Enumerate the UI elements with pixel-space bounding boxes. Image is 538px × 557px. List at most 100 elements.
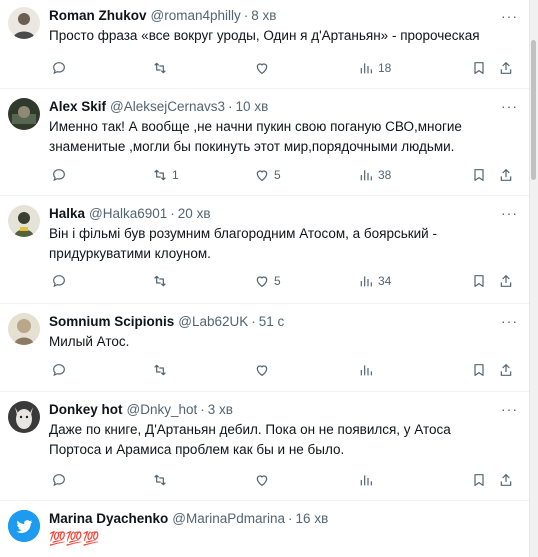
author-handle[interactable]: @MarinaPdmarina — [172, 510, 285, 528]
author-handle[interactable]: @Dnky_hot — [127, 401, 198, 419]
retweet-button[interactable] — [152, 60, 172, 76]
author-name[interactable]: Donkey hot — [49, 401, 123, 419]
like-button[interactable] — [254, 60, 274, 76]
timestamp[interactable]: 3 хв — [208, 401, 233, 419]
reply-icon — [53, 275, 65, 288]
timestamp[interactable]: 10 хв — [236, 98, 269, 116]
heart-icon — [256, 365, 268, 377]
avatar[interactable] — [8, 510, 40, 542]
author-name[interactable]: Somnium Scipionis — [49, 313, 174, 331]
separator-dot: · — [170, 206, 175, 221]
more-options-icon[interactable]: ··· — [501, 98, 518, 114]
avatar[interactable] — [8, 98, 40, 130]
heart-icon — [256, 475, 268, 487]
views-icon — [360, 170, 372, 181]
scrollbar-thumb[interactable] — [531, 40, 536, 180]
separator-dot: · — [251, 314, 256, 329]
tweet-text: Він і фільмі був розумним благородним Ат… — [49, 226, 437, 261]
like-button[interactable]: 5 — [254, 167, 281, 183]
retweet-button[interactable] — [152, 273, 172, 289]
timestamp[interactable]: 51 с — [259, 313, 285, 331]
retweet-button[interactable]: 1 — [152, 167, 179, 183]
author-name[interactable]: Alex Skif — [49, 98, 106, 116]
bookmark-button[interactable] — [471, 167, 487, 183]
share-button[interactable] — [498, 472, 514, 488]
views-button[interactable]: 34 — [358, 273, 391, 289]
more-options-icon[interactable]: ··· — [501, 205, 518, 221]
timestamp[interactable]: 20 хв — [178, 205, 211, 223]
tweet[interactable]: Marina Dyachenko @MarinaPdmarina · 16 хв… — [0, 501, 530, 557]
separator-dot: · — [228, 99, 233, 114]
share-icon — [500, 62, 512, 74]
reply-button[interactable] — [51, 60, 71, 76]
reply-icon — [53, 474, 65, 487]
share-button[interactable] — [498, 362, 514, 378]
like-button[interactable]: 5 — [254, 273, 281, 289]
views-button[interactable] — [358, 472, 378, 488]
share-icon — [500, 474, 512, 486]
reply-button[interactable] — [51, 472, 71, 488]
share-button[interactable] — [498, 167, 514, 183]
author-name[interactable]: Halka — [49, 205, 85, 223]
views-button[interactable]: 18 — [358, 60, 391, 76]
share-icon — [500, 275, 512, 287]
bookmark-button[interactable] — [471, 60, 487, 76]
avatar[interactable] — [8, 7, 40, 39]
timestamp[interactable]: 16 хв — [296, 510, 329, 528]
tweet-text: Просто фраза «все вокруг уроды, Один я д… — [49, 28, 480, 43]
tweet[interactable]: Halka @Halka6901 · 20 хв Він і фільмі бу… — [0, 196, 530, 304]
author-name[interactable]: Marina Dyachenko — [49, 510, 168, 528]
timestamp[interactable]: 8 хв — [251, 7, 276, 25]
retweet-button[interactable] — [152, 362, 172, 378]
share-button[interactable] — [498, 273, 514, 289]
bird-icon — [8, 510, 40, 542]
views-icon — [360, 365, 372, 376]
more-options-icon[interactable]: ··· — [501, 401, 518, 417]
tweet[interactable]: Somnium Scipionis @Lab62UK · 51 с Милый … — [0, 304, 530, 392]
author-handle[interactable]: @roman4philly — [151, 7, 241, 25]
bookmark-button[interactable] — [471, 362, 487, 378]
avatar[interactable] — [8, 205, 40, 237]
share-button[interactable] — [498, 60, 514, 76]
bookmark-button[interactable] — [471, 472, 487, 488]
author-name[interactable]: Roman Zhukov — [49, 7, 147, 25]
reply-button[interactable] — [51, 362, 71, 378]
separator-dot: · — [243, 8, 249, 23]
heart-icon — [256, 276, 268, 288]
reply-icon — [53, 169, 65, 182]
avatar[interactable] — [8, 401, 40, 433]
bookmark-icon — [474, 62, 484, 74]
retweet-icon — [154, 62, 166, 74]
author-handle[interactable]: @AleksejCernavs3 — [110, 98, 225, 116]
like-button[interactable] — [254, 472, 274, 488]
separator-dot: · — [288, 511, 293, 526]
separator-dot: · — [200, 402, 205, 417]
retweet-icon — [154, 275, 166, 287]
like-button[interactable] — [254, 362, 274, 378]
views-button[interactable] — [358, 362, 378, 378]
reply-icon — [53, 364, 65, 377]
retweet-icon — [154, 364, 166, 376]
retweet-button[interactable] — [152, 472, 172, 488]
tweet[interactable]: Donkey hot @Dnky_hot · 3 хв Даже по книг… — [0, 392, 530, 501]
more-options-icon[interactable]: ··· — [501, 8, 518, 24]
views-button[interactable]: 38 — [358, 167, 391, 183]
reply-button[interactable] — [51, 167, 71, 183]
like-count: 5 — [274, 168, 281, 182]
more-options-icon[interactable]: ··· — [501, 313, 518, 329]
tweet-text: 💯💯💯 — [49, 531, 100, 546]
tweet-text: Милый Атос. — [49, 334, 130, 349]
scrollbar[interactable] — [529, 0, 538, 557]
share-icon — [500, 364, 512, 376]
author-handle[interactable]: @Halka6901 — [89, 205, 167, 223]
reply-button[interactable] — [51, 273, 71, 289]
tweet[interactable]: Alex Skif @AleksejCernavs3 · 10 хв Именн… — [0, 89, 530, 196]
view-count: 18 — [378, 61, 392, 75]
tweet[interactable]: Roman Zhukov @roman4philly · 8 хв Просто… — [0, 0, 530, 89]
view-count: 34 — [378, 274, 392, 288]
author-handle[interactable]: @Lab62UK — [178, 313, 248, 331]
bookmark-button[interactable] — [471, 273, 487, 289]
views-icon — [360, 63, 372, 74]
avatar[interactable] — [8, 313, 40, 345]
views-icon — [360, 475, 372, 486]
